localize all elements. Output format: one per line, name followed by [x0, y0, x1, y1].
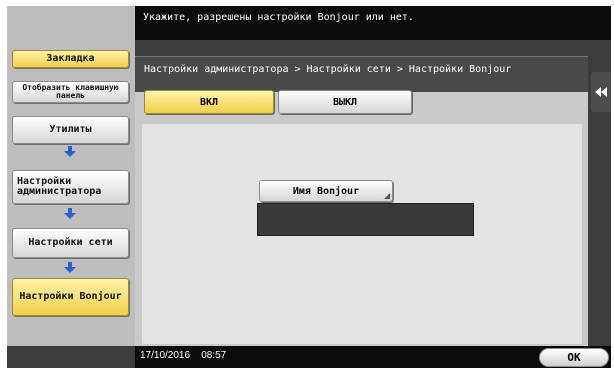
corner-mark-icon — [384, 193, 390, 199]
settings-panel: Имя Bonjour — [142, 124, 582, 344]
breadcrumb: Настройки администратора > Настройки сет… — [135, 56, 588, 92]
bonjour-name-value — [258, 204, 473, 212]
toggle-off-button[interactable]: ВЫКЛ — [278, 90, 412, 114]
status-bar: 17/10/2016 08:57 OK — [135, 346, 611, 368]
screen-panel: Укажите, разрешены настройки Bonjour или… — [7, 6, 611, 368]
down-arrow-icon — [64, 262, 76, 273]
bonjour-name-field — [257, 203, 474, 236]
bookmark-button[interactable]: Закладка — [12, 50, 129, 68]
nav-admin-settings-label: Настройки администратора — [17, 176, 102, 197]
main-content: Настройки администратора > Настройки сет… — [135, 56, 588, 346]
nav-utilities-button[interactable]: Утилиты — [12, 116, 129, 144]
show-keypad-button[interactable]: Отобразить клавишную панель — [12, 81, 129, 103]
nav-network-settings-button[interactable]: Настройки сети — [12, 228, 129, 258]
toggle-off-label: ВЫКЛ — [332, 96, 358, 108]
time-text: 08:57 — [201, 350, 227, 361]
toggle-on-label: ВКЛ — [199, 96, 219, 108]
left-navigation: Закладка Отобразить клавишную панель Ути… — [7, 6, 135, 346]
down-arrow-icon — [64, 146, 76, 157]
message-bar: Укажите, разрешены настройки Bonjour или… — [135, 6, 611, 40]
ok-button[interactable]: OK — [539, 348, 609, 367]
nav-network-settings-label: Настройки сети — [28, 237, 113, 248]
nav-utilities-label: Утилиты — [49, 124, 92, 135]
bonjour-name-label: Имя Bonjour — [292, 185, 360, 197]
nav-bonjour-settings-label: Настройки Bonjour — [19, 291, 122, 302]
bookmark-label: Закладка — [46, 53, 95, 64]
instruction-text: Укажите, разрешены настройки Bonjour или… — [143, 12, 414, 23]
breadcrumb-text: Настройки администратора > Настройки сет… — [144, 64, 512, 75]
collapse-panel-button[interactable] — [591, 72, 611, 112]
nav-bonjour-settings-button[interactable]: Настройки Bonjour — [12, 278, 129, 316]
date-text: 17/10/2016 — [140, 350, 191, 361]
show-keypad-label: Отобразить клавишную панель — [22, 83, 119, 100]
ok-label: OK — [567, 351, 581, 364]
nav-admin-settings-button[interactable]: Настройки администратора — [12, 170, 129, 204]
collapse-double-arrow-icon — [595, 87, 607, 97]
bonjour-name-button[interactable]: Имя Bonjour — [259, 180, 393, 202]
down-arrow-icon — [64, 208, 76, 219]
toggle-on-button[interactable]: ВКЛ — [144, 90, 274, 114]
datetime: 17/10/2016 08:57 — [140, 350, 226, 361]
